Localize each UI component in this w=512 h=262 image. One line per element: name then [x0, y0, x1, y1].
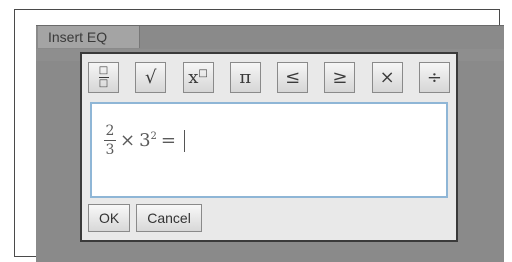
fraction-numerator: 2	[105, 123, 115, 139]
pi-button[interactable]: π	[229, 61, 261, 93]
equation-expression: 2 3 × 32 =	[104, 124, 186, 157]
equals-sign: =	[160, 130, 177, 151]
insert-eq-tab[interactable]: Insert EQ	[38, 26, 140, 48]
fraction-button[interactable]: □ □	[88, 61, 119, 93]
divide-button[interactable]: ÷	[418, 61, 450, 93]
greater-or-equal-icon: ≥	[332, 66, 348, 88]
equation-dialog: □ □ √ x□ π ≤ ≥ × ÷ 2 3 × 32 = OK Cancel	[80, 52, 458, 242]
multiply-button[interactable]: ×	[371, 61, 403, 93]
divide-icon: ÷	[426, 66, 443, 88]
fraction-denominator: 3	[105, 142, 115, 158]
equation-toolbar: □ □ √ x□ π ≤ ≥ × ÷	[82, 54, 456, 100]
cancel-button[interactable]: Cancel	[136, 204, 202, 232]
less-or-equal-button[interactable]: ≤	[277, 61, 309, 93]
multiply-icon: ×	[379, 66, 395, 88]
power-base: 3	[139, 130, 151, 151]
fraction-term: 2 3	[104, 124, 116, 157]
square-root-button[interactable]: √	[135, 61, 167, 93]
equation-editor[interactable]: 2 3 × 32 =	[90, 102, 448, 198]
pi-icon: π	[239, 66, 252, 88]
text-caret	[184, 129, 186, 152]
ok-button[interactable]: OK	[88, 204, 131, 232]
dialog-actions: OK Cancel	[88, 204, 202, 232]
power-exponent: 2	[150, 131, 157, 142]
square-root-icon: √	[145, 66, 157, 88]
less-or-equal-icon: ≤	[285, 66, 301, 88]
times-sign: ×	[120, 130, 136, 151]
greater-or-equal-button[interactable]: ≥	[324, 61, 356, 93]
fraction-icon: □ □	[98, 64, 109, 89]
exponent-icon: x□	[188, 66, 208, 88]
exponent-button[interactable]: x□	[182, 61, 214, 93]
power-term: 32	[139, 130, 157, 151]
